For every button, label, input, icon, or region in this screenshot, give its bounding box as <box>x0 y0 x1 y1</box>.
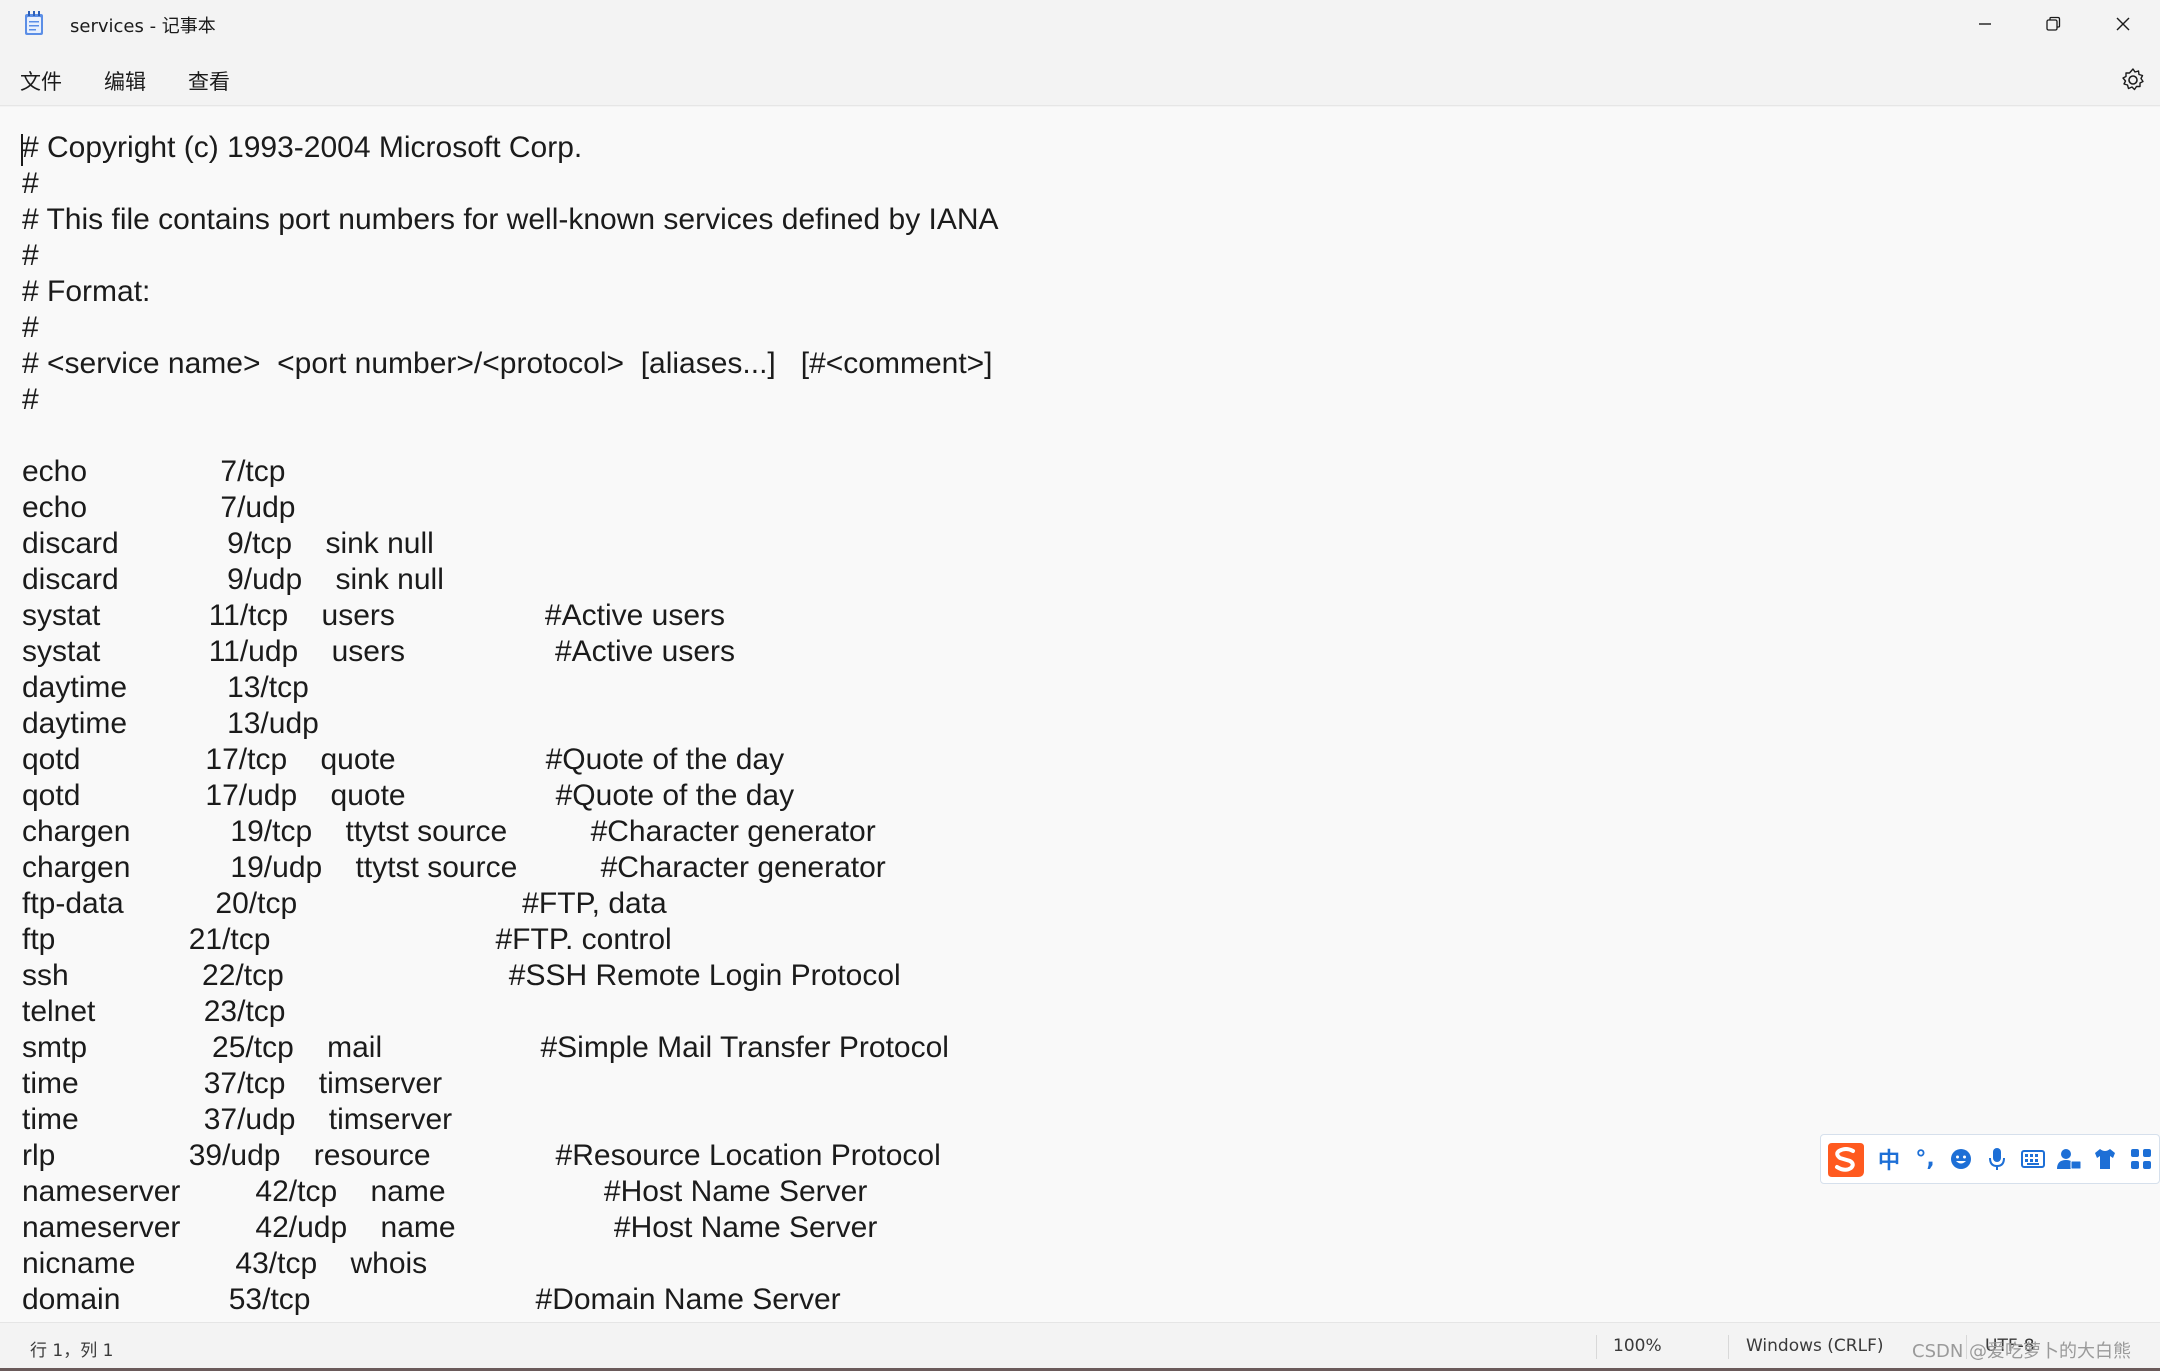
status-divider <box>1596 1335 1597 1359</box>
ime-punct-toggle[interactable]: °, <box>1907 1139 1943 1179</box>
menu-file[interactable]: 文件 <box>16 64 66 98</box>
close-icon <box>2116 17 2130 31</box>
text-line: # Copyright (c) 1993-2004 Microsoft Corp… <box>22 131 583 164</box>
text-line: # Format: <box>22 275 151 308</box>
menu-edit[interactable]: 编辑 <box>100 64 150 98</box>
text-line: echo 7/tcp <box>22 455 286 488</box>
keyboard-icon[interactable] <box>2015 1139 2051 1179</box>
restore-icon <box>2046 16 2061 31</box>
editor-text[interactable]: # Copyright (c) 1993-2004 Microsoft Corp… <box>22 130 999 1318</box>
text-line: # <box>22 167 39 200</box>
text-line: ftp 21/tcp #FTP. control <box>22 923 672 956</box>
text-line: telnet 23/tcp <box>22 995 286 1028</box>
menu-bar: 文件 编辑 查看 <box>0 48 2160 106</box>
status-divider <box>1728 1335 1729 1359</box>
text-line: time 37/tcp timserver <box>22 1067 443 1100</box>
title-bar: services - 记事本 <box>0 0 2160 48</box>
text-line: systat 11/udp users #Active users <box>22 635 736 668</box>
text-line: smtp 25/tcp mail #Simple Mail Transfer P… <box>22 1031 949 1064</box>
text-line: ftp-data 20/tcp #FTP, data <box>22 887 667 920</box>
microphone-icon[interactable] <box>1979 1139 2015 1179</box>
text-line: systat 11/tcp users #Active users <box>22 599 726 632</box>
restore-button[interactable] <box>2018 0 2088 48</box>
watermark-text: CSDN @爱吃萝卜的大白熊 <box>1912 1341 2132 1362</box>
text-line <box>22 418 999 454</box>
window-title: services - 记事本 <box>70 16 216 37</box>
zoom-level: 100% <box>1613 1336 1662 1356</box>
user-toolbox-icon[interactable] <box>2051 1139 2087 1179</box>
text-line: daytime 13/tcp <box>22 671 309 704</box>
text-line: echo 7/udp <box>22 491 296 524</box>
minimize-icon <box>1979 23 1991 25</box>
notepad-icon <box>25 11 43 35</box>
text-line: qotd 17/udp quote #Quote of the day <box>22 779 795 812</box>
text-line: discard 9/udp sink null <box>22 563 444 596</box>
text-line: discard 9/tcp sink null <box>22 527 434 560</box>
settings-gear-icon[interactable] <box>2118 65 2148 95</box>
close-button[interactable] <box>2088 0 2158 48</box>
sogou-logo-icon[interactable] <box>1821 1134 1871 1184</box>
text-line: nameserver 42/udp name #Host Name Server <box>22 1211 878 1244</box>
text-line: # <box>22 311 39 344</box>
text-line: daytime 13/udp <box>22 707 319 740</box>
text-line: qotd 17/tcp quote #Quote of the day <box>22 743 785 776</box>
emoji-icon[interactable] <box>1943 1139 1979 1179</box>
text-line: # <box>22 239 39 272</box>
status-bar: 行 1，列 1 100% Windows (CRLF) UTF-8 CSDN @… <box>0 1322 2160 1368</box>
text-line: rlp 39/udp resource #Resource Location P… <box>22 1139 941 1172</box>
minimize-button[interactable] <box>1950 0 2020 48</box>
text-line: chargen 19/tcp ttytst source #Character … <box>22 815 876 848</box>
text-line: # <service name> <port number>/<protocol… <box>22 347 993 380</box>
text-line: ssh 22/tcp #SSH Remote Login Protocol <box>22 959 901 992</box>
line-ending: Windows (CRLF) <box>1746 1336 1884 1356</box>
text-line: chargen 19/udp ttytst source #Character … <box>22 851 886 884</box>
text-line: time 37/udp timserver <box>22 1103 453 1136</box>
menu-view[interactable]: 查看 <box>184 64 234 98</box>
ime-toolbar: 中 °, <box>1820 1134 2160 1184</box>
text-line: nameserver 42/tcp name #Host Name Server <box>22 1175 868 1208</box>
ime-lang-toggle[interactable]: 中 <box>1871 1139 1907 1179</box>
text-line: domain 53/tcp #Domain Name Server <box>22 1283 841 1316</box>
text-line: # This file contains port numbers for we… <box>22 203 999 236</box>
text-line: # <box>22 383 39 416</box>
text-line: nicname 43/tcp whois <box>22 1247 428 1280</box>
cursor-position: 行 1，列 1 <box>30 1341 114 1361</box>
skin-shirt-icon[interactable] <box>2087 1139 2123 1179</box>
more-apps-icon[interactable] <box>2123 1139 2159 1179</box>
